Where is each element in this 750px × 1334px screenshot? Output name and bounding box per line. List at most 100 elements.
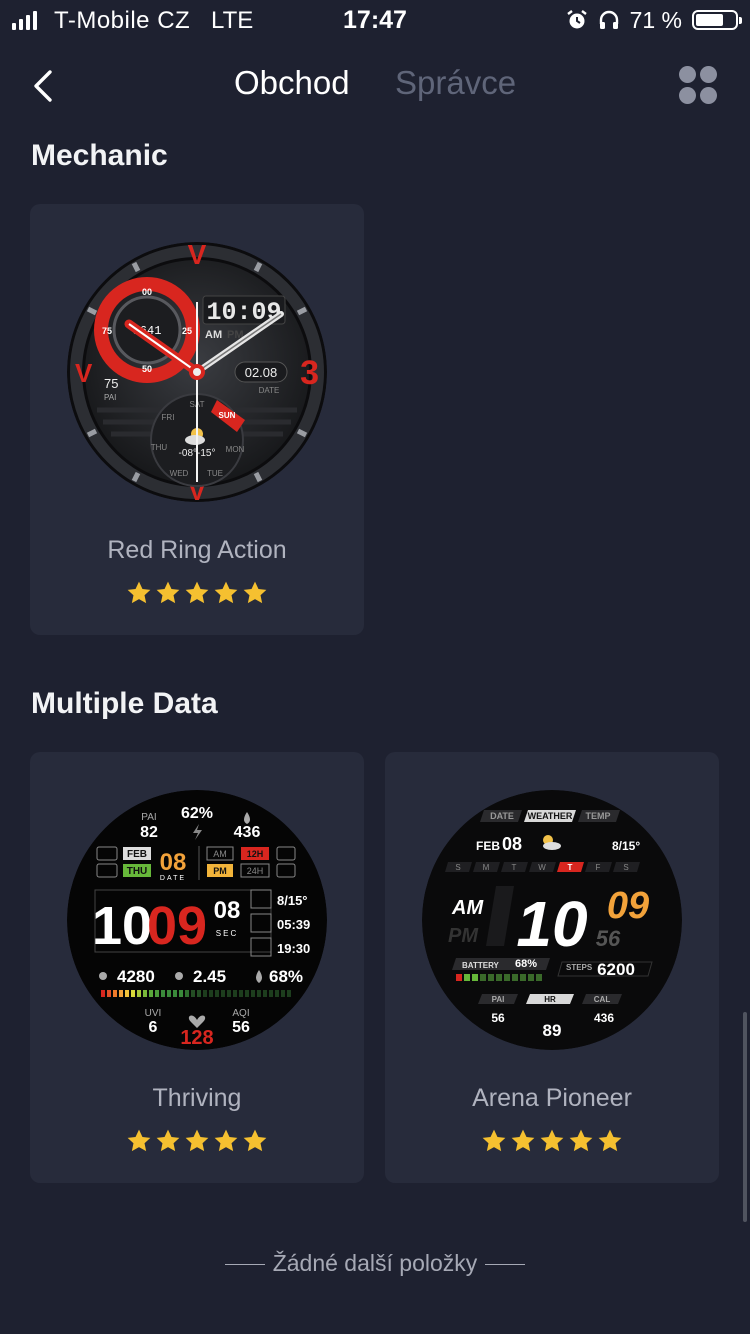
svg-text:2.45: 2.45 (193, 967, 226, 986)
svg-text:SEC: SEC (216, 929, 238, 938)
svg-text:S: S (455, 863, 460, 872)
marker-left: V (75, 358, 93, 388)
svg-text:WED: WED (170, 469, 189, 478)
svg-text:AM: AM (451, 897, 484, 919)
battery-fill (696, 14, 723, 26)
star-icon (214, 581, 238, 604)
svg-text:THU: THU (127, 866, 148, 877)
watchface-card-red-ring-action[interactable]: V V 3 V 00 75 25 50 5641 10:09 AM PM 75 … (30, 204, 364, 635)
svg-text:THU: THU (151, 443, 168, 452)
svg-text:F: F (596, 863, 601, 872)
svg-text:AM: AM (213, 849, 227, 859)
svg-text:FEB: FEB (476, 839, 500, 853)
svg-text:436: 436 (594, 1011, 614, 1025)
status-bar: T-Mobile CZ LTE 17:47 71 % (0, 0, 750, 40)
headphones-icon (599, 10, 618, 29)
svg-text:T: T (512, 863, 517, 872)
svg-text:PM: PM (213, 866, 227, 876)
battery-icon (692, 10, 742, 30)
star-icon (540, 1129, 564, 1152)
star-icon (243, 1129, 267, 1152)
star-icon (482, 1129, 506, 1152)
time-minute: 09 (147, 896, 207, 956)
star-icon (156, 1129, 180, 1152)
svg-text:62%: 62% (181, 805, 213, 822)
svg-text:08: 08 (214, 897, 241, 924)
svg-text:S: S (623, 863, 628, 872)
svg-text:W: W (538, 863, 546, 872)
svg-text:HR: HR (544, 995, 556, 1004)
pai-value: 75 (104, 376, 118, 391)
time-hour: 10 (516, 888, 587, 960)
svg-text:50: 50 (142, 364, 152, 374)
svg-text:05:39: 05:39 (277, 917, 310, 932)
svg-text:TEMP: TEMP (585, 811, 610, 821)
star-icon (569, 1129, 593, 1152)
svg-text:DATE: DATE (490, 811, 514, 821)
time-hour: 10 (92, 896, 152, 956)
star-icon (214, 1129, 238, 1152)
svg-text:FRI: FRI (162, 413, 175, 422)
tab-store[interactable]: Obchod (234, 64, 350, 102)
divider (224, 1264, 265, 1266)
svg-text:T: T (568, 863, 573, 872)
svg-text:89: 89 (543, 1021, 562, 1040)
section-title-mechanic: Mechanic (31, 139, 168, 172)
svg-text:4280: 4280 (117, 967, 155, 986)
svg-text:436: 436 (234, 824, 261, 841)
battery-percent: 71 % (629, 6, 682, 33)
svg-text:56: 56 (596, 926, 621, 951)
svg-text:56: 56 (491, 1011, 505, 1025)
svg-text:WEATHER: WEATHER (528, 811, 573, 821)
svg-text:6200: 6200 (597, 960, 635, 979)
svg-text:56: 56 (232, 1019, 250, 1036)
alarm-icon (566, 10, 587, 29)
svg-text:CAL: CAL (594, 995, 611, 1004)
svg-text:19:30: 19:30 (277, 941, 310, 956)
svg-text:6: 6 (149, 1019, 158, 1036)
svg-text:STEPS: STEPS (566, 963, 593, 972)
svg-text:SUN: SUN (219, 411, 236, 420)
star-icon (156, 581, 180, 604)
star-icon (511, 1129, 535, 1152)
tab-manager[interactable]: Správce (395, 64, 516, 102)
svg-text:68%: 68% (269, 967, 303, 986)
star-icon (185, 1129, 209, 1152)
svg-text:UVI: UVI (145, 1008, 162, 1019)
svg-text:25: 25 (182, 326, 192, 336)
grid-icon[interactable] (679, 66, 717, 104)
svg-text:AQI: AQI (232, 1008, 249, 1019)
svg-text:68%: 68% (515, 958, 537, 970)
svg-text:08: 08 (160, 849, 187, 876)
watchface-preview: V V 3 V 00 75 25 50 5641 10:09 AM PM 75 … (67, 242, 327, 502)
star-icon (243, 581, 267, 604)
svg-text:00: 00 (142, 287, 152, 297)
svg-text:8/15°: 8/15° (612, 839, 640, 853)
svg-text:PM: PM (448, 925, 479, 947)
svg-text:128: 128 (180, 1027, 213, 1049)
svg-text:AM: AM (205, 329, 222, 341)
date-value: 02.08 (245, 365, 278, 380)
svg-text:DATE: DATE (259, 386, 280, 395)
end-of-list-text: Žádné další položky (272, 1250, 478, 1276)
watchface-card-arena-pioneer[interactable]: DATE WEATHER TEMP FEB 08 8/15° S M T W T… (385, 752, 719, 1183)
chevron-left-icon[interactable] (28, 66, 60, 106)
star-icon (127, 1129, 151, 1152)
svg-text:75: 75 (102, 326, 112, 336)
svg-text:24H: 24H (247, 866, 264, 876)
rating-stars (385, 1128, 719, 1154)
marker-top: V (188, 242, 207, 270)
svg-text:PAI: PAI (104, 393, 116, 402)
marker-right: 3 (300, 354, 319, 392)
svg-text:DATE: DATE (160, 875, 186, 882)
svg-text:PAI: PAI (141, 812, 156, 823)
svg-text:MON: MON (226, 445, 245, 454)
top-navigation: Obchod Správce (0, 48, 750, 120)
time-minute: 09 (607, 885, 649, 927)
watchface-card-thriving[interactable]: PAI 82 62% 436 FEB THU 08 DATE AM PM 12H… (30, 752, 364, 1183)
star-icon (127, 581, 151, 604)
svg-text:TUE: TUE (207, 469, 223, 478)
scrollbar[interactable] (743, 1012, 747, 1222)
svg-text:12H: 12H (247, 849, 264, 859)
svg-text:8/15°: 8/15° (277, 893, 308, 908)
